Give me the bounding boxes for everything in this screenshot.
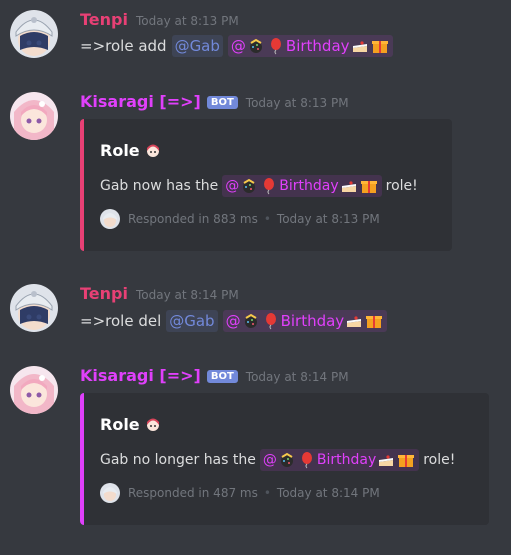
bot-tag: BOT — [206, 370, 238, 383]
embed-description: Gab no longer has the @ Birthday role! — [100, 449, 455, 471]
embed-desc-after: role! — [423, 452, 456, 468]
message-content: =>role add @Gab @ Birthday — [80, 35, 393, 57]
balloon-icon — [298, 451, 316, 469]
cake-icon — [377, 451, 395, 469]
footer-avatar-icon — [100, 209, 120, 229]
user-mention-gab[interactable]: @Gab — [166, 310, 218, 332]
footer-avatar-icon — [100, 483, 120, 503]
cake-icon — [351, 37, 369, 55]
avatar-kisaragi[interactable] — [10, 92, 58, 140]
confetti-ball-icon — [278, 451, 296, 469]
role-mention-name: Birthday — [285, 37, 350, 55]
embed-title-text: Role — [100, 415, 140, 434]
balloon-icon — [260, 177, 278, 195]
role-mention-name: Birthday — [279, 178, 339, 194]
embed-description: Gab now has the @ Birthday role! — [100, 175, 418, 197]
confetti-ball-icon — [247, 37, 265, 55]
username-kisaragi[interactable]: Kisaragi [=>] — [80, 366, 201, 385]
bot-tag: BOT — [206, 96, 238, 109]
message-timestamp: Today at 8:13 PM — [135, 14, 239, 28]
user-mention-gab[interactable]: @Gab — [171, 35, 223, 57]
role-mention-prefix: @ — [225, 312, 241, 330]
message-timestamp: Today at 8:14 PM — [245, 370, 349, 384]
role-embed: Role Gab now has the @ Birthday role! Re… — [80, 119, 452, 251]
footer-response-time: Responded in 883 ms — [128, 212, 258, 226]
footer-timestamp: Today at 8:14 PM — [276, 486, 380, 500]
role-mention-birthday[interactable]: @ Birthday — [259, 449, 420, 471]
command-text: =>role del — [80, 312, 162, 330]
message-header: Kisaragi [=>] BOT Today at 8:13 PM — [80, 92, 349, 111]
gift-icon — [397, 451, 415, 469]
username-kisaragi[interactable]: Kisaragi [=>] — [80, 92, 201, 111]
username-tenpi[interactable]: Tenpi — [80, 284, 128, 303]
role-mention-name: Birthday — [316, 452, 377, 468]
embed-title-text: Role — [100, 141, 140, 160]
anime-girl-icon — [144, 416, 162, 434]
message-header: Kisaragi [=>] BOT Today at 8:14 PM — [80, 366, 349, 385]
gift-icon — [365, 312, 383, 330]
role-mention-birthday[interactable]: @ Birthday — [222, 175, 382, 197]
gift-icon — [371, 37, 389, 55]
anime-girl-icon — [144, 142, 162, 160]
embed-footer: Responded in 487 ms • Today at 8:14 PM — [100, 483, 380, 503]
confetti-ball-icon — [240, 177, 258, 195]
username-tenpi[interactable]: Tenpi — [80, 10, 128, 29]
footer-separator: • — [263, 212, 271, 226]
role-mention-prefix: @ — [225, 178, 240, 194]
role-embed: Role Gab no longer has the @ Birthday ro… — [80, 393, 489, 525]
command-text: =>role add — [80, 37, 167, 55]
role-mention-name: Birthday — [280, 312, 345, 330]
gift-icon — [360, 177, 378, 195]
role-mention-prefix: @ — [262, 452, 277, 468]
message-header: Tenpi Today at 8:13 PM — [80, 10, 239, 29]
footer-timestamp: Today at 8:13 PM — [276, 212, 380, 226]
embed-title: Role — [100, 415, 163, 434]
cake-icon — [345, 312, 363, 330]
message-timestamp: Today at 8:14 PM — [135, 288, 239, 302]
embed-desc-before: Gab no longer has the — [100, 452, 256, 468]
embed-desc-before: Gab now has the — [100, 178, 219, 194]
message-content: =>role del @Gab @ Birthday — [80, 310, 388, 332]
role-mention-birthday[interactable]: @ Birthday — [222, 310, 388, 332]
avatar-tenpi[interactable] — [10, 10, 58, 58]
footer-separator: • — [263, 486, 271, 500]
embed-title: Role — [100, 141, 163, 160]
message-timestamp: Today at 8:13 PM — [245, 96, 349, 110]
avatar-tenpi[interactable] — [10, 284, 58, 332]
message-header: Tenpi Today at 8:14 PM — [80, 284, 239, 303]
role-mention-prefix: @ — [230, 37, 246, 55]
role-mention-birthday[interactable]: @ Birthday — [227, 35, 393, 57]
balloon-icon — [262, 312, 280, 330]
embed-footer: Responded in 883 ms • Today at 8:13 PM — [100, 209, 380, 229]
avatar-kisaragi[interactable] — [10, 366, 58, 414]
footer-response-time: Responded in 487 ms — [128, 486, 258, 500]
cake-icon — [340, 177, 358, 195]
embed-desc-after: role! — [385, 178, 418, 194]
confetti-ball-icon — [242, 312, 260, 330]
balloon-icon — [267, 37, 285, 55]
